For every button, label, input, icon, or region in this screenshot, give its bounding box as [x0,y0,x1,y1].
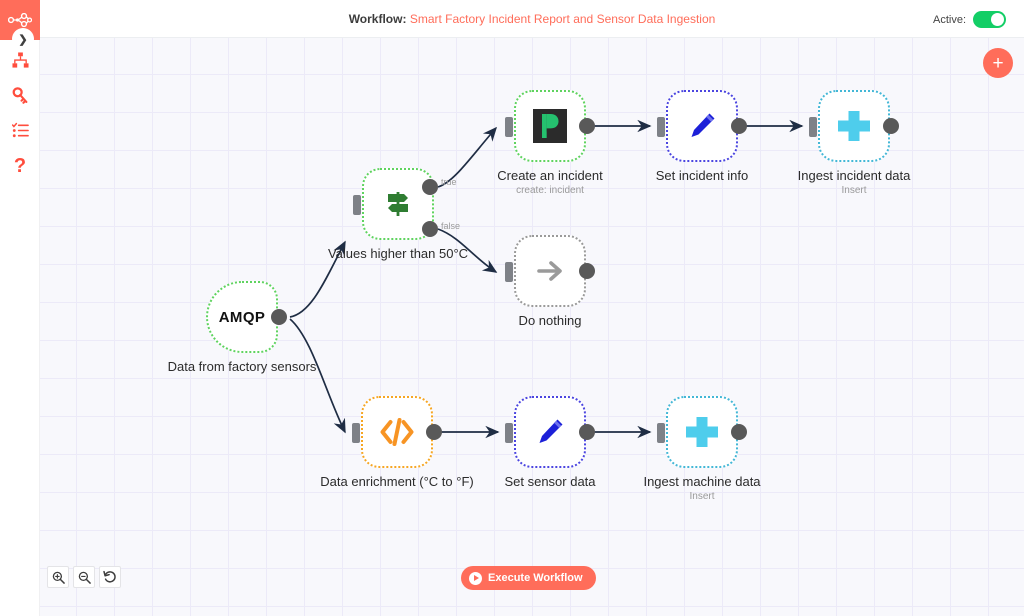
node-data-enrichment[interactable]: Data enrichment (°C to °F) [320,396,474,489]
output-endpoint-ingest-incident-data[interactable] [883,118,899,134]
active-toggle-group: Active: [933,11,1006,28]
workflow-label: Workflow: [348,11,407,26]
sidebar: ❯ ? [0,0,40,616]
active-label: Active: [932,13,966,26]
reset-zoom-icon [103,570,116,583]
input-endpoint-if [353,195,361,215]
node-subtitle-ingest-incident-data: Insert [841,185,867,196]
output-endpoint-do-nothing[interactable] [579,263,595,279]
list-check-icon [11,122,29,137]
node-do-nothing[interactable]: Do nothing [514,235,586,328]
node-label-if: Values higher than 50°C [327,246,469,261]
output-endpoint-if-true[interactable] [422,179,438,195]
node-label-amqp: Data from factory sensors [167,359,317,374]
input-endpoint-do-nothing [505,262,513,282]
n8n-workflow-editor: ❯ ? Workflow: Smart Factory Incident Rep… [0,0,1024,616]
execute-workflow-button[interactable]: Execute Workflow [461,566,596,590]
workflow-name[interactable]: Smart Factory Incident Report and Sensor… [410,12,716,26]
node-label-set-sensor-data: Set sensor data [504,474,596,489]
workflow-title: Workflow: Smart Factory Incident Report … [349,12,716,26]
node-label-data-enrichment: Data enrichment (°C to °F) [320,474,474,489]
question-mark-icon: ? [13,154,27,177]
input-endpoint-create-an-incident [505,117,513,137]
node-set-incident-info[interactable]: Set incident info [656,90,748,183]
amqp-text-icon: AMQP [218,308,266,326]
add-node-button[interactable]: + [983,48,1013,78]
pagerduty-icon [533,109,567,143]
zoom-in-button[interactable] [47,566,69,588]
sidebar-expand-button[interactable]: ❯ [12,28,34,50]
signpost-icon [388,192,408,216]
questdb-cross-icon [686,417,718,447]
node-label-create-an-incident: Create an incident [497,168,603,183]
input-endpoint-set-sensor-data [505,423,513,443]
sidebar-item-help[interactable]: ? [0,150,40,182]
input-endpoint-data-enrichment [352,423,360,443]
sidebar-item-credentials[interactable] [0,79,40,111]
execute-workflow-label: Execute Workflow [488,572,583,584]
node-label-do-nothing: Do nothing [518,313,582,328]
output-label-false: false [441,221,461,231]
output-endpoint-amqp[interactable] [271,309,287,325]
node-label-set-incident-info: Set incident info [655,168,749,183]
node-subtitle-ingest-machine-data: Insert [689,491,715,502]
code-brackets-icon [380,418,414,446]
input-endpoint-ingest-machine-data [657,423,665,443]
node-label-ingest-machine-data: Ingest machine data [643,474,761,489]
node-create-an-incident[interactable]: Create an incident create: incident [497,90,603,196]
node-set-sensor-data[interactable]: Set sensor data [504,396,596,489]
n8n-workflow-logo-icon [8,13,32,27]
output-endpoint-set-sensor-data[interactable] [579,424,595,440]
questdb-cross-icon [838,111,870,141]
output-endpoint-set-incident-info[interactable] [731,118,747,134]
pencil-icon [691,113,715,137]
node-ingest-machine-data[interactable]: Ingest machine data Insert [643,396,761,502]
edge-amqp-to-function [289,318,346,434]
output-label-true: true [441,177,457,187]
zoom-out-button[interactable] [73,566,95,588]
active-toggle[interactable] [973,11,1006,28]
arrow-right-icon [537,261,562,281]
play-circle-icon [469,571,482,585]
input-endpoint-set-incident-info [657,117,665,137]
zoom-in-icon [52,571,65,584]
key-icon [12,86,27,104]
node-ingest-incident-data[interactable]: Ingest incident data Insert [798,90,910,196]
output-endpoint-if-false[interactable] [422,221,438,237]
output-endpoint-ingest-machine-data[interactable] [731,424,747,440]
plus-icon: + [992,52,1004,74]
input-endpoint-ingest-incident-data [809,117,817,137]
zoom-out-icon [78,571,91,584]
node-subtitle-create-an-incident: create: incident [516,185,584,196]
node-amqp[interactable]: AMQP Data from factory sensors [168,281,316,374]
sitemap-icon [11,51,29,68]
workflow-canvas[interactable]: + AMQP Data from factory sensors Values … [40,38,1024,616]
output-endpoint-create-an-incident[interactable] [579,118,595,134]
pencil-icon [539,419,563,443]
node-label-ingest-incident-data: Ingest incident data [797,168,911,183]
output-endpoint-data-enrichment[interactable] [426,424,442,440]
header-bar: Workflow: Smart Factory Incident Report … [40,0,1024,38]
reset-zoom-button[interactable] [99,566,121,588]
sidebar-item-executions[interactable] [0,114,40,146]
